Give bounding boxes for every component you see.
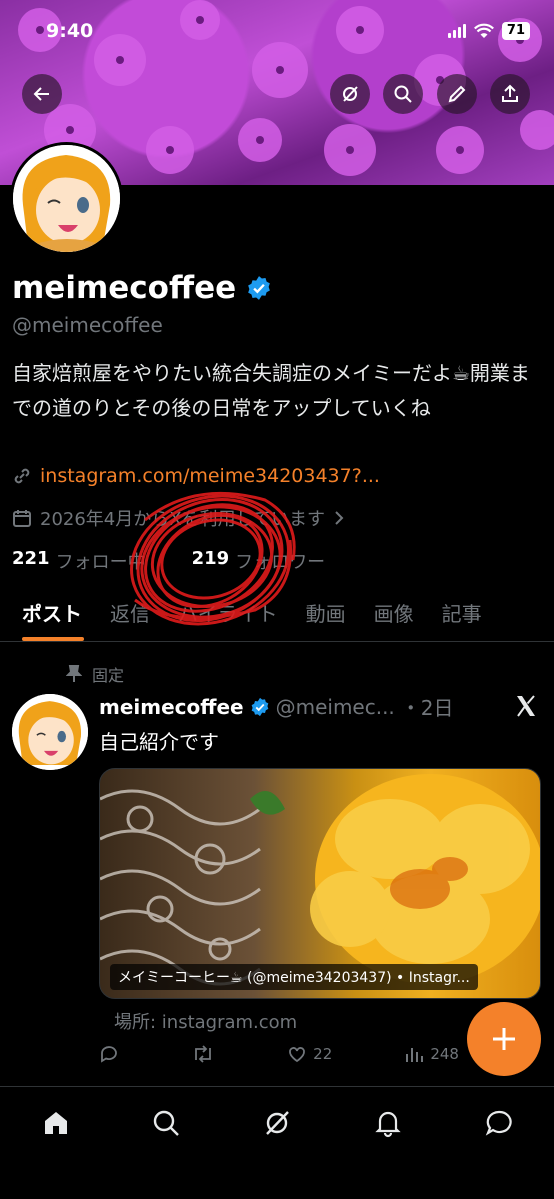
- like-count: 22: [313, 1045, 333, 1063]
- search-icon: [153, 1110, 179, 1136]
- anime-avatar-image: [12, 694, 88, 770]
- grok-icon: [266, 1111, 289, 1135]
- link-icon: [14, 468, 30, 484]
- reply-icon: [101, 1046, 117, 1063]
- following-count: 221: [12, 548, 50, 569]
- reply-button[interactable]: [99, 1044, 119, 1064]
- pinned-label: 固定: [92, 666, 125, 685]
- repost-icon: [195, 1045, 211, 1063]
- anime-avatar-image: [13, 145, 120, 252]
- red-circle-annotation: [130, 491, 296, 626]
- search-icon: [394, 85, 412, 103]
- cellular-signal-icon: [447, 24, 466, 38]
- profile-bio: 自家焙煎屋をやりたい統合失調症のメイミーだよ☕開業までの道のりとその後の日常をア…: [12, 361, 530, 420]
- post-header: meimecoffee @meimec... ・2日: [99, 692, 454, 721]
- like-button[interactable]: 22: [287, 1044, 332, 1064]
- tab-notifications[interactable]: [372, 1107, 404, 1139]
- search-button[interactable]: [383, 74, 423, 114]
- verified-badge-icon[interactable]: [246, 275, 272, 301]
- pinned-indicator: 固定: [66, 662, 124, 686]
- post-text: 自己紹介です: [99, 730, 219, 754]
- calendar-icon: [13, 510, 31, 527]
- profile-handle: @meimecoffee: [12, 313, 163, 337]
- views-chart-icon: [406, 1048, 424, 1062]
- tab-grok[interactable]: [261, 1107, 293, 1139]
- share-icon: [502, 84, 518, 102]
- chat-bubble-icon: [485, 1110, 512, 1136]
- heart-icon: [289, 1047, 306, 1063]
- grok-icon: [343, 86, 358, 102]
- verified-badge-icon: [251, 697, 268, 716]
- link-card-domain: 場所: instagram.com: [114, 1012, 298, 1033]
- post-author-name[interactable]: meimecoffee: [99, 695, 244, 719]
- views-button[interactable]: 248: [404, 1044, 459, 1064]
- back-arrow-icon: [33, 87, 49, 101]
- post-author-handle: @meimec...: [275, 694, 395, 719]
- tab-images[interactable]: 画像: [360, 590, 428, 641]
- status-bar: 9:40 71: [0, 18, 554, 48]
- display-name: meimecoffee: [12, 270, 237, 306]
- post-author-avatar[interactable]: [12, 694, 88, 770]
- tab-home[interactable]: [40, 1107, 72, 1139]
- bell-icon: [375, 1111, 401, 1138]
- tab-explore[interactable]: [150, 1107, 182, 1139]
- battery-indicator: 71: [501, 22, 530, 40]
- tab-posts[interactable]: ポスト: [0, 590, 96, 641]
- wifi-icon: [473, 23, 494, 38]
- x-logo-icon[interactable]: [514, 694, 538, 718]
- back-button[interactable]: [22, 74, 62, 114]
- post-time: ・2日: [400, 696, 454, 720]
- repost-button[interactable]: [191, 1044, 215, 1064]
- plus-icon: [493, 1028, 515, 1050]
- tab-articles[interactable]: 記事: [428, 590, 496, 641]
- bottom-tab-bar: [0, 1086, 554, 1199]
- status-time: 9:40: [46, 20, 94, 42]
- share-button[interactable]: [490, 74, 530, 114]
- profile-avatar[interactable]: [10, 142, 123, 255]
- link-card-caption: メイミーコーヒー☕ (@meime34203437) • Instagr...: [110, 964, 478, 990]
- view-count: 248: [430, 1045, 459, 1063]
- grok-button[interactable]: [330, 74, 370, 114]
- post-actions: 22 248: [99, 1044, 459, 1064]
- home-icon: [45, 1112, 67, 1134]
- display-name-row: meimecoffee: [12, 270, 272, 306]
- pencil-icon: [448, 85, 466, 103]
- compose-button[interactable]: [467, 1002, 541, 1076]
- pin-icon: [66, 665, 82, 682]
- edit-button[interactable]: [437, 74, 477, 114]
- link-card[interactable]: メイミーコーヒー☕ (@meime34203437) • Instagr...: [99, 768, 541, 999]
- tab-messages[interactable]: [483, 1107, 515, 1139]
- chevron-right-icon: [335, 511, 344, 525]
